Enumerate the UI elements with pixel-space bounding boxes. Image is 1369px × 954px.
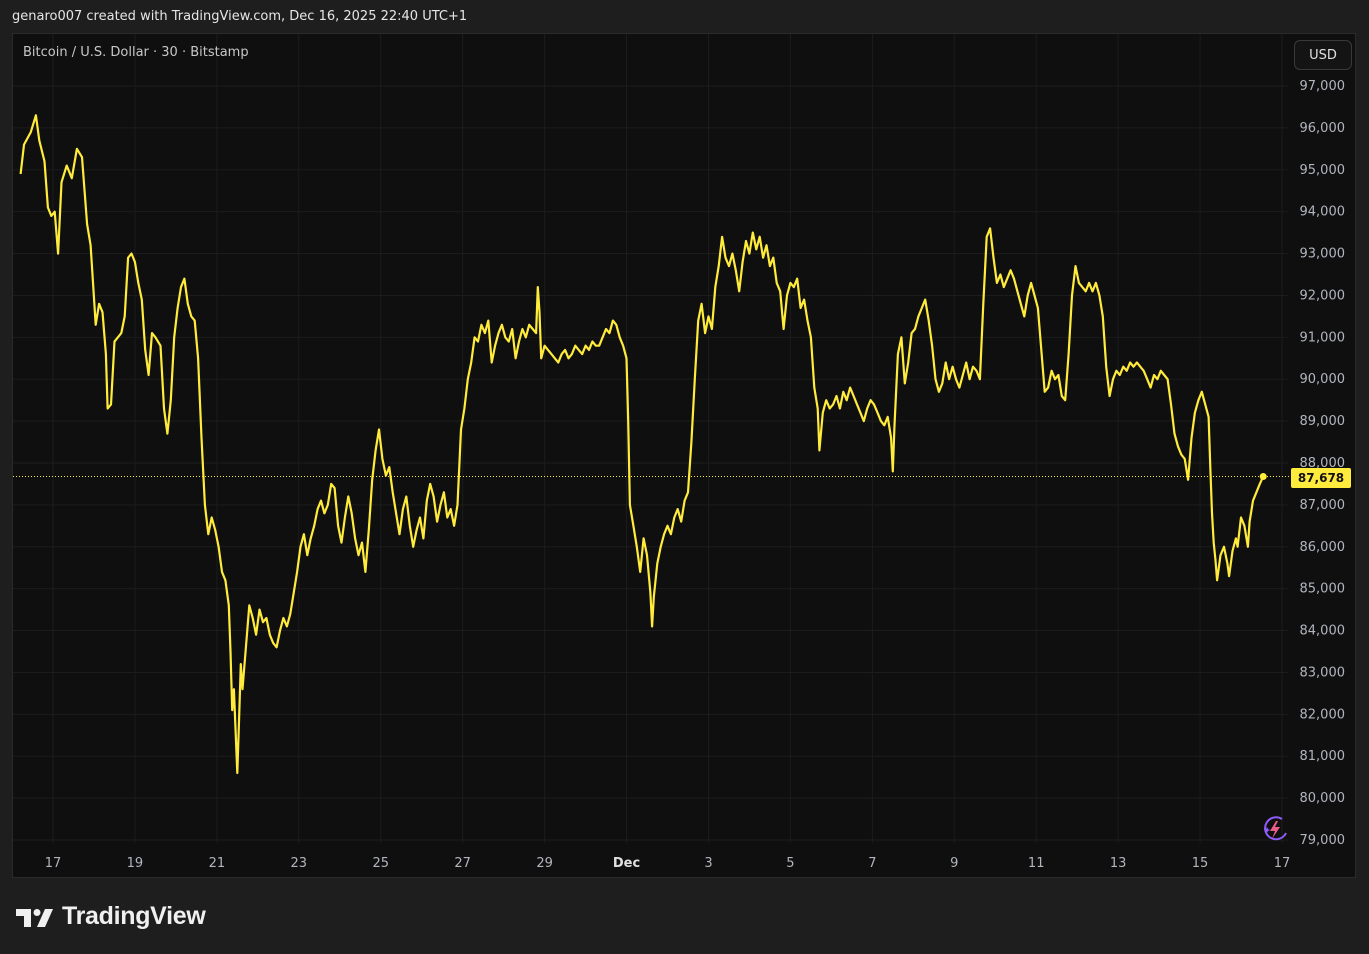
time-tick-label: 23 [291, 856, 308, 871]
time-axis: 17 19 21 23 25 27 29 Dec 3 5 7 9 11 13 15 17 [45, 856, 1291, 871]
price-tick-label: 94,000 [1300, 205, 1346, 220]
time-tick-label: 11 [1028, 856, 1045, 871]
symbol-title[interactable]: Bitcoin / U.S. Dollar · 30 · Bitstamp [23, 45, 249, 60]
time-tick-label: 17 [45, 856, 62, 871]
price-tick-label: 95,000 [1300, 163, 1346, 178]
price-axis: 97,000 96,000 95,000 94,000 93,000 92,000 91,0… [1300, 79, 1346, 848]
last-price-label: 87,678 [1291, 468, 1351, 488]
price-tick-label: 90,000 [1300, 372, 1346, 387]
tradingview-logo-icon [16, 908, 53, 927]
price-tick-label: 97,000 [1300, 79, 1346, 94]
time-tick-label: 9 [950, 856, 958, 871]
price-tick-label: 84,000 [1300, 624, 1346, 639]
time-tick-label: 21 [209, 856, 226, 871]
tradingview-logo[interactable]: TradingView [16, 902, 206, 931]
last-price-dot [1259, 472, 1267, 480]
time-tick-label: 15 [1192, 856, 1209, 871]
price-tick-label: 83,000 [1300, 665, 1346, 680]
brand-wordmark: TradingView [62, 902, 206, 930]
price-tick-label: 86,000 [1300, 540, 1346, 555]
time-tick-label: 17 [1274, 856, 1291, 871]
price-tick-label: 81,000 [1300, 749, 1346, 764]
price-chart[interactable]: 97,000 96,000 95,000 94,000 93,000 92,000 91,0… [0, 0, 1369, 954]
price-tick-label: 92,000 [1300, 288, 1346, 303]
price-tick-label: 85,000 [1300, 582, 1346, 597]
price-series-line [19, 114, 1265, 775]
currency-button[interactable]: USD [1294, 40, 1352, 70]
price-tick-label: 82,000 [1300, 707, 1346, 722]
time-tick-label: 5 [786, 856, 794, 871]
time-tick-label: 25 [372, 856, 389, 871]
grid-lines [13, 34, 1288, 843]
price-tick-label: 96,000 [1300, 121, 1346, 136]
time-tick-label: Dec [613, 856, 640, 871]
time-tick-label: 7 [868, 856, 876, 871]
sparkle-lightning-icon[interactable] [1260, 815, 1290, 843]
time-tick-label: 3 [704, 856, 712, 871]
price-tick-label: 89,000 [1300, 414, 1346, 429]
time-tick-label: 27 [454, 856, 471, 871]
price-tick-label: 91,000 [1300, 330, 1346, 345]
time-tick-label: 13 [1110, 856, 1127, 871]
price-tick-label: 93,000 [1300, 247, 1346, 262]
time-tick-label: 29 [536, 856, 553, 871]
price-tick-label: 79,000 [1300, 833, 1346, 848]
time-tick-label: 19 [127, 856, 144, 871]
price-tick-label: 80,000 [1300, 791, 1346, 806]
price-tick-label: 87,000 [1300, 498, 1346, 513]
